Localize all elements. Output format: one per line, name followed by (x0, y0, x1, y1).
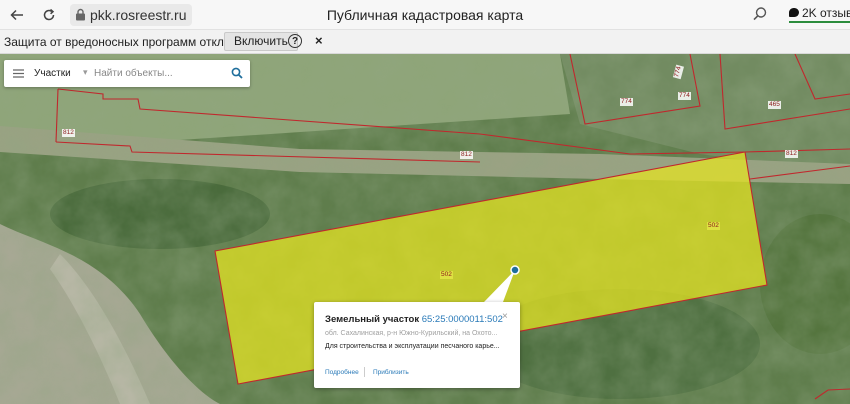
url-text: pkk.rosreestr.ru (90, 7, 187, 23)
link-divider (364, 367, 365, 377)
help-icon[interactable]: ? (288, 34, 302, 48)
reviews-count: 2K отзывов (802, 5, 850, 20)
search-icon (753, 7, 767, 21)
popup-title-prefix: Земельный участок (325, 314, 420, 325)
parcel-label[interactable]: 502 (440, 271, 453, 279)
parcel-label[interactable]: 465 (768, 101, 781, 109)
parcel-label[interactable]: 774 (620, 98, 633, 106)
back-arrow-icon (10, 9, 23, 21)
browser-toolbar: pkk.rosreestr.ru Публичная кадастровая к… (0, 0, 850, 30)
infobar-message: Защита от вредоносных программ отключена (4, 35, 259, 49)
back-button[interactable] (6, 4, 28, 26)
details-link[interactable]: Подробнее (325, 369, 359, 376)
menu-icon[interactable] (13, 69, 24, 78)
search-icon[interactable] (231, 67, 243, 79)
search-input[interactable]: Найти объекты... (94, 68, 173, 79)
reviews-badge[interactable]: 2K отзывов (789, 5, 850, 23)
parcel-label[interactable]: 812 (785, 150, 798, 158)
map-search-panel: Участки ▾ Найти объекты... (4, 60, 250, 87)
parcel-label[interactable]: 812 (460, 151, 473, 159)
reload-icon (43, 8, 55, 21)
security-infobar: Защита от вредоносных программ отключена… (0, 30, 850, 54)
close-popup-icon[interactable]: × (502, 311, 508, 322)
close-infobar-icon[interactable]: × (315, 33, 323, 48)
map-view[interactable]: 812 812 812 774 774 465 774 502 502 Учас… (0, 54, 850, 404)
parcel-label[interactable]: 502 (707, 222, 720, 230)
address-bar[interactable]: pkk.rosreestr.ru (70, 4, 193, 26)
zoom-in-link[interactable]: Приблизить (373, 369, 409, 376)
comment-icon (789, 8, 799, 17)
location-marker[interactable] (510, 265, 520, 275)
parcel-label[interactable]: 812 (62, 129, 75, 137)
popup-title: Земельный участок 65:25:0000011:502 (325, 314, 503, 325)
cadastral-number: 65:25:0000011:502 (421, 314, 503, 325)
parcel-label[interactable]: 774 (678, 92, 691, 100)
chevron-down-icon[interactable]: ▾ (83, 67, 88, 78)
parcel-address: обл. Сахалинская, р-н Южно-Курильский, н… (325, 330, 498, 337)
enable-protection-button[interactable]: Включить (224, 32, 298, 51)
layer-select[interactable]: Участки (34, 68, 71, 79)
parcel-purpose: Для строительства и эксплуатации песчано… (325, 343, 500, 350)
reload-button[interactable] (38, 4, 60, 26)
browser-search-button[interactable] (752, 6, 768, 27)
parcel-info-popup: Земельный участок 65:25:0000011:502 × об… (314, 302, 520, 388)
lock-icon (76, 8, 85, 21)
